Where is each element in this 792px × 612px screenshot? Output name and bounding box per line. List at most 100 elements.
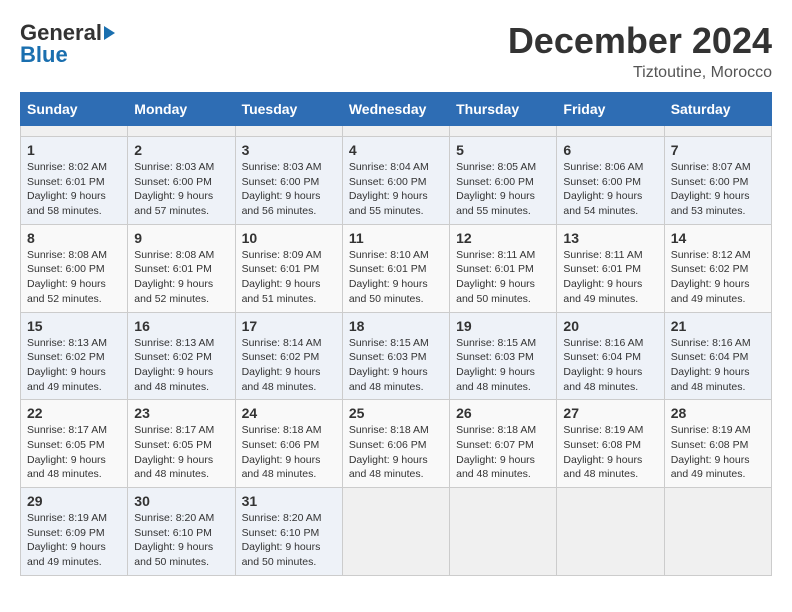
calendar-cell: 10 Sunrise: 8:09 AMSunset: 6:01 PMDayligh… <box>235 224 342 312</box>
calendar-cell: 23 Sunrise: 8:17 AMSunset: 6:05 PMDayligh… <box>128 400 235 488</box>
calendar-week-0 <box>21 126 772 137</box>
day-number: 16 <box>134 318 228 334</box>
day-info: Sunrise: 8:16 AMSunset: 6:04 PMDaylight:… <box>671 336 765 395</box>
day-info: Sunrise: 8:19 AMSunset: 6:08 PMDaylight:… <box>671 423 765 482</box>
day-info: Sunrise: 8:18 AMSunset: 6:06 PMDaylight:… <box>349 423 443 482</box>
calendar-week-1: 1 Sunrise: 8:02 AMSunset: 6:01 PMDaylight… <box>21 137 772 225</box>
day-number: 17 <box>242 318 336 334</box>
day-info: Sunrise: 8:08 AMSunset: 6:01 PMDaylight:… <box>134 248 228 307</box>
calendar-cell: 22 Sunrise: 8:17 AMSunset: 6:05 PMDayligh… <box>21 400 128 488</box>
day-info: Sunrise: 8:05 AMSunset: 6:00 PMDaylight:… <box>456 160 550 219</box>
day-info: Sunrise: 8:20 AMSunset: 6:10 PMDaylight:… <box>242 511 336 570</box>
day-info: Sunrise: 8:15 AMSunset: 6:03 PMDaylight:… <box>456 336 550 395</box>
calendar-cell: 12Sunrise: 8:11 AMSunset: 6:01 PMDayligh… <box>450 224 557 312</box>
calendar-week-2: 8Sunrise: 8:08 AMSunset: 6:00 PMDaylight… <box>21 224 772 312</box>
calendar-cell: 28 Sunrise: 8:19 AMSunset: 6:08 PMDayligh… <box>664 400 771 488</box>
day-number: 27 <box>563 405 657 421</box>
header-wednesday: Wednesday <box>342 93 449 126</box>
day-number: 21 <box>671 318 765 334</box>
header-row: SundayMondayTuesdayWednesdayThursdayFrid… <box>21 93 772 126</box>
calendar-cell: 25Sunrise: 8:18 AMSunset: 6:06 PMDayligh… <box>342 400 449 488</box>
day-info: Sunrise: 8:03 AMSunset: 6:00 PMDaylight:… <box>242 160 336 219</box>
day-number: 15 <box>27 318 121 334</box>
page-header: General Blue December 2024 Tiztoutine, M… <box>20 20 772 82</box>
calendar-cell: 29 Sunrise: 8:19 AMSunset: 6:09 PMDayligh… <box>21 488 128 576</box>
calendar-week-5: 29 Sunrise: 8:19 AMSunset: 6:09 PMDayligh… <box>21 488 772 576</box>
header-friday: Friday <box>557 93 664 126</box>
day-info: Sunrise: 8:10 AMSunset: 6:01 PMDaylight:… <box>349 248 443 307</box>
calendar-cell: 24Sunrise: 8:18 AMSunset: 6:06 PMDayligh… <box>235 400 342 488</box>
calendar-cell: 20 Sunrise: 8:16 AMSunset: 6:04 PMDayligh… <box>557 312 664 400</box>
day-number: 12 <box>456 230 550 246</box>
calendar-cell <box>450 488 557 576</box>
day-info: Sunrise: 8:03 AMSunset: 6:00 PMDaylight:… <box>134 160 228 219</box>
calendar-week-4: 22 Sunrise: 8:17 AMSunset: 6:05 PMDayligh… <box>21 400 772 488</box>
calendar-cell: 26 Sunrise: 8:18 AMSunset: 6:07 PMDayligh… <box>450 400 557 488</box>
day-number: 8 <box>27 230 121 246</box>
calendar-cell <box>664 488 771 576</box>
calendar-cell: 21 Sunrise: 8:16 AMSunset: 6:04 PMDayligh… <box>664 312 771 400</box>
day-number: 1 <box>27 142 121 158</box>
day-info: Sunrise: 8:13 AMSunset: 6:02 PMDaylight:… <box>134 336 228 395</box>
day-number: 24 <box>242 405 336 421</box>
header-thursday: Thursday <box>450 93 557 126</box>
day-info: Sunrise: 8:20 AMSunset: 6:10 PMDaylight:… <box>134 511 228 570</box>
calendar-cell <box>342 488 449 576</box>
day-number: 22 <box>27 405 121 421</box>
calendar-cell: 5 Sunrise: 8:05 AMSunset: 6:00 PMDaylight… <box>450 137 557 225</box>
day-number: 6 <box>563 142 657 158</box>
day-info: Sunrise: 8:12 AMSunset: 6:02 PMDaylight:… <box>671 248 765 307</box>
header-tuesday: Tuesday <box>235 93 342 126</box>
day-number: 20 <box>563 318 657 334</box>
day-info: Sunrise: 8:19 AMSunset: 6:09 PMDaylight:… <box>27 511 121 570</box>
day-number: 5 <box>456 142 550 158</box>
calendar-cell <box>128 126 235 137</box>
day-number: 31 <box>242 493 336 509</box>
day-number: 29 <box>27 493 121 509</box>
day-number: 4 <box>349 142 443 158</box>
day-info: Sunrise: 8:06 AMSunset: 6:00 PMDaylight:… <box>563 160 657 219</box>
day-number: 10 <box>242 230 336 246</box>
calendar-cell: 11 Sunrise: 8:10 AMSunset: 6:01 PMDayligh… <box>342 224 449 312</box>
calendar-cell: 19 Sunrise: 8:15 AMSunset: 6:03 PMDayligh… <box>450 312 557 400</box>
header-sunday: Sunday <box>21 93 128 126</box>
day-number: 11 <box>349 230 443 246</box>
day-info: Sunrise: 8:16 AMSunset: 6:04 PMDaylight:… <box>563 336 657 395</box>
day-number: 19 <box>456 318 550 334</box>
calendar-cell: 14Sunrise: 8:12 AMSunset: 6:02 PMDayligh… <box>664 224 771 312</box>
calendar-cell <box>557 488 664 576</box>
day-info: Sunrise: 8:04 AMSunset: 6:00 PMDaylight:… <box>349 160 443 219</box>
calendar-cell <box>557 126 664 137</box>
location: Tiztoutine, Morocco <box>508 64 772 82</box>
day-number: 23 <box>134 405 228 421</box>
calendar-cell: 3 Sunrise: 8:03 AMSunset: 6:00 PMDaylight… <box>235 137 342 225</box>
calendar-cell: 15Sunrise: 8:13 AMSunset: 6:02 PMDayligh… <box>21 312 128 400</box>
calendar-cell: 4 Sunrise: 8:04 AMSunset: 6:00 PMDaylight… <box>342 137 449 225</box>
day-info: Sunrise: 8:18 AMSunset: 6:07 PMDaylight:… <box>456 423 550 482</box>
calendar-cell <box>450 126 557 137</box>
calendar-cell: 2 Sunrise: 8:03 AMSunset: 6:00 PMDaylight… <box>128 137 235 225</box>
day-info: Sunrise: 8:17 AMSunset: 6:05 PMDaylight:… <box>27 423 121 482</box>
calendar-cell <box>235 126 342 137</box>
calendar-cell: 8Sunrise: 8:08 AMSunset: 6:00 PMDaylight… <box>21 224 128 312</box>
calendar-table: SundayMondayTuesdayWednesdayThursdayFrid… <box>20 92 772 576</box>
logo: General Blue <box>20 20 115 68</box>
day-number: 13 <box>563 230 657 246</box>
day-number: 3 <box>242 142 336 158</box>
calendar-cell: 30Sunrise: 8:20 AMSunset: 6:10 PMDayligh… <box>128 488 235 576</box>
calendar-cell: 13Sunrise: 8:11 AMSunset: 6:01 PMDayligh… <box>557 224 664 312</box>
day-number: 26 <box>456 405 550 421</box>
day-info: Sunrise: 8:17 AMSunset: 6:05 PMDaylight:… <box>134 423 228 482</box>
calendar-cell <box>21 126 128 137</box>
logo-blue: Blue <box>20 42 68 68</box>
day-info: Sunrise: 8:02 AMSunset: 6:01 PMDaylight:… <box>27 160 121 219</box>
title-section: December 2024 Tiztoutine, Morocco <box>508 20 772 82</box>
calendar-cell: 16 Sunrise: 8:13 AMSunset: 6:02 PMDayligh… <box>128 312 235 400</box>
calendar-cell <box>342 126 449 137</box>
day-info: Sunrise: 8:07 AMSunset: 6:00 PMDaylight:… <box>671 160 765 219</box>
day-number: 2 <box>134 142 228 158</box>
day-info: Sunrise: 8:14 AMSunset: 6:02 PMDaylight:… <box>242 336 336 395</box>
calendar-cell: 6 Sunrise: 8:06 AMSunset: 6:00 PMDaylight… <box>557 137 664 225</box>
day-number: 28 <box>671 405 765 421</box>
day-info: Sunrise: 8:09 AMSunset: 6:01 PMDaylight:… <box>242 248 336 307</box>
